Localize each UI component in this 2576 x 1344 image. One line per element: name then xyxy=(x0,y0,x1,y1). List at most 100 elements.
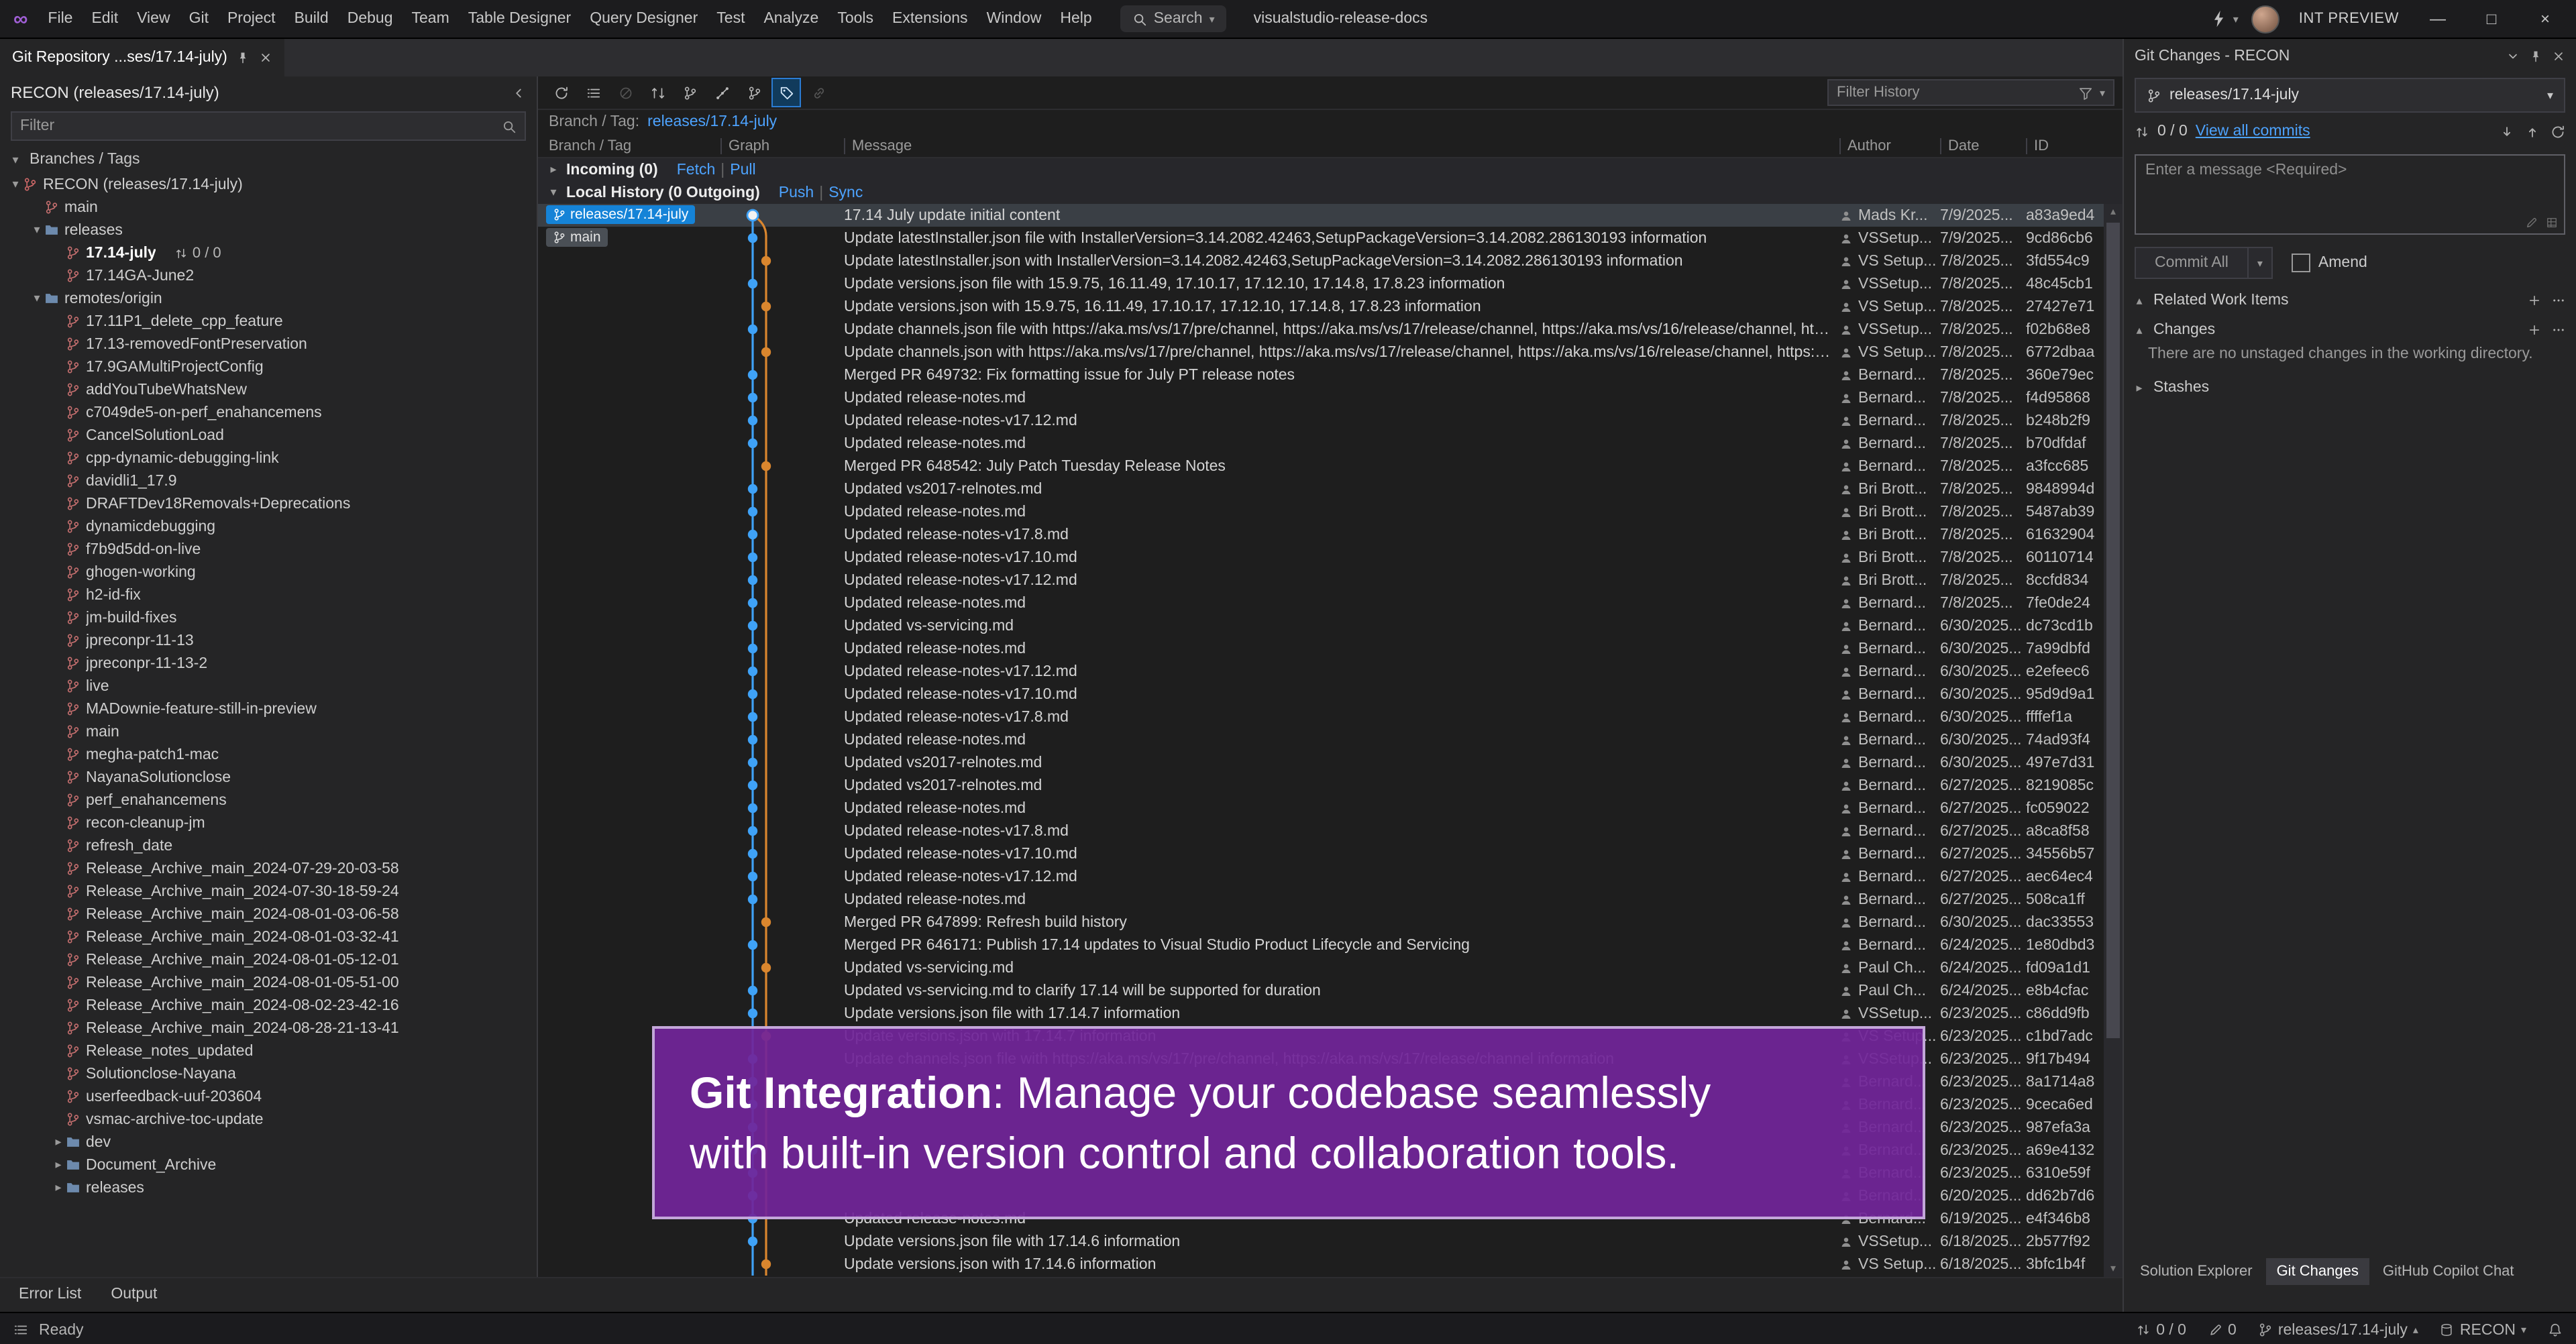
menu-test[interactable]: Test xyxy=(707,0,754,38)
minimize-button[interactable]: — xyxy=(2418,0,2458,38)
tree-item-jm-build-fixes[interactable]: jm-build-fixes xyxy=(0,606,537,629)
tree-item-draftdev18removals-deprecations[interactable]: DRAFTDev18Removals+Deprecations xyxy=(0,492,537,515)
tree-item-davidli1-17-9[interactable]: davidli1_17.9 xyxy=(0,469,537,492)
toolbar-branch-button[interactable] xyxy=(675,78,704,107)
quick-actions-button[interactable]: ▾ xyxy=(2210,9,2239,28)
commit-row[interactable]: Update channels.json file with https://a… xyxy=(538,318,2123,341)
commit-row[interactable]: Updated release-notes.mdBernard...6/30/2… xyxy=(538,728,2123,751)
menu-edit[interactable]: Edit xyxy=(82,0,127,38)
toolbar-list-button[interactable] xyxy=(578,78,608,107)
commit-row[interactable]: Updated vs-servicing.mdPaul Ch...6/24/20… xyxy=(538,956,2123,979)
menu-file[interactable]: File xyxy=(38,0,82,38)
menu-tools[interactable]: Tools xyxy=(828,0,883,38)
sync-icon[interactable] xyxy=(2551,124,2565,139)
vertical-scrollbar[interactable]: ▴ ▾ xyxy=(2104,204,2123,1277)
tab-error-list[interactable]: Error List xyxy=(5,1278,95,1312)
more-actions-icon[interactable] xyxy=(2552,323,2565,337)
commit-row[interactable]: Update latestInstaller.json with Install… xyxy=(538,249,2123,272)
tree-item-nayanasolutionclose[interactable]: NayanaSolutionclose xyxy=(0,766,537,789)
filter-history-input[interactable]: Filter History ▾ xyxy=(1827,79,2114,106)
sync-link[interactable]: Sync xyxy=(828,184,863,201)
commit-row[interactable]: Updated vs-servicing.mdBernard...6/30/20… xyxy=(538,614,2123,637)
solution-name[interactable]: visualstudio-release-docs xyxy=(1254,11,1428,27)
commit-row[interactable]: Updated release-notes.mdBernard...7/8/20… xyxy=(538,432,2123,455)
menu-analyze[interactable]: Analyze xyxy=(754,0,828,38)
outgoing-group-row[interactable]: ▾ Local History (0 Outgoing) Push|Sync xyxy=(538,181,2123,204)
menu-build[interactable]: Build xyxy=(285,0,338,38)
related-work-items-section[interactable]: ▴ Related Work Items xyxy=(2124,286,2576,315)
toolbar-graph-button[interactable] xyxy=(707,78,737,107)
commit-row[interactable]: Update versions.json with 17.14.6 inform… xyxy=(538,1253,2123,1276)
incoming-outgoing-counts[interactable]: 0 / 0 xyxy=(2136,1322,2186,1338)
menu-help[interactable]: Help xyxy=(1051,0,1101,38)
menu-view[interactable]: View xyxy=(127,0,179,38)
fetch-link[interactable]: Fetch xyxy=(677,162,716,178)
tree-item-dev[interactable]: ▸dev xyxy=(0,1131,537,1154)
add-work-item-icon[interactable] xyxy=(2528,294,2541,307)
tree-item-release-archive-main-2024-08-02-23-42-16[interactable]: Release_Archive_main_2024-08-02-23-42-16 xyxy=(0,994,537,1017)
tree-item-recon-releases-17-14-july[interactable]: ▾RECON (releases/17.14-july) xyxy=(0,173,537,196)
branch-selector-dropdown[interactable]: releases/17.14-july ▾ xyxy=(2135,78,2565,113)
tree-item-solutionclose-nayana[interactable]: Solutionclose-Nayana xyxy=(0,1062,537,1085)
task-list-icon[interactable] xyxy=(13,1323,28,1337)
tree-item-ghogen-working[interactable]: ghogen-working xyxy=(0,561,537,583)
tree-item-17-11p1-delete-cpp-feature[interactable]: 17.11P1_delete_cpp_feature xyxy=(0,310,537,333)
commit-row[interactable]: Updated vs2017-relnotes.mdBernard...6/27… xyxy=(538,774,2123,797)
commit-row[interactable]: Updated release-notes.mdBernard...6/27/2… xyxy=(538,797,2123,820)
stashes-section[interactable]: ▸ Stashes xyxy=(2124,373,2576,402)
user-avatar[interactable] xyxy=(2252,5,2280,33)
tree-item-17-9gamultiprojectconfig[interactable]: 17.9GAMultiProjectConfig xyxy=(0,355,537,378)
tree-item-17-13-removedfontpreservation[interactable]: 17.13-removedFontPreservation xyxy=(0,333,537,355)
column-header-graph[interactable]: Graph xyxy=(720,137,844,154)
chevron-down-icon[interactable] xyxy=(2506,50,2520,63)
commit-row[interactable]: Updated release-notes.mdBernard...6/30/2… xyxy=(538,637,2123,660)
tree-item-release-archive-main-2024-07-29-20-03-58[interactable]: Release_Archive_main_2024-07-29-20-03-58 xyxy=(0,857,537,880)
commit-row[interactable]: Updated release-notes-v17.12.mdBri Brott… xyxy=(538,569,2123,592)
pin-icon[interactable] xyxy=(2529,50,2542,63)
tree-item-dynamicdebugging[interactable]: dynamicdebugging xyxy=(0,515,537,538)
stage-all-icon[interactable] xyxy=(2528,323,2541,337)
tree-item-addyoutubewhatsnew[interactable]: addYouTubeWhatsNew xyxy=(0,378,537,401)
commit-row[interactable]: Updated release-notes-v17.10.mdBernard..… xyxy=(538,683,2123,706)
tree-item-release-archive-main-2024-08-01-03-32-41[interactable]: Release_Archive_main_2024-08-01-03-32-41 xyxy=(0,926,537,948)
commit-row[interactable]: Updated release-notes-v17.8.mdBri Brott.… xyxy=(538,523,2123,546)
menu-project[interactable]: Project xyxy=(218,0,285,38)
tree-item-release-notes-updated[interactable]: Release_notes_updated xyxy=(0,1040,537,1062)
scrollbar-thumb[interactable] xyxy=(2106,223,2120,1038)
column-header-id[interactable]: ID xyxy=(2026,137,2104,154)
grid-icon[interactable] xyxy=(2545,216,2559,229)
commit-row[interactable]: Updated release-notes-v17.12.mdBernard..… xyxy=(538,409,2123,432)
tree-item-release-archive-main-2024-08-01-03-06-58[interactable]: Release_Archive_main_2024-08-01-03-06-58 xyxy=(0,903,537,926)
search-box[interactable]: Search ▾ xyxy=(1120,5,1227,32)
tree-item-c7049de5-on-perf-enahancemens[interactable]: c7049de5-on-perf_enahancemens xyxy=(0,401,537,424)
tree-item-live[interactable]: live xyxy=(0,675,537,697)
pending-edits[interactable]: 0 xyxy=(2208,1322,2237,1338)
branch-filter-input[interactable]: Filter xyxy=(11,111,526,141)
branch-tag-pill[interactable]: releases/17.14-july xyxy=(546,205,695,224)
commit-row[interactable]: Updated release-notes.mdBri Brott...7/8/… xyxy=(538,500,2123,523)
tab-github-copilot-chat[interactable]: GitHub Copilot Chat xyxy=(2372,1258,2525,1285)
tree-item-release-archive-main-2024-08-01-05-12-01[interactable]: Release_Archive_main_2024-08-01-05-12-01 xyxy=(0,948,537,971)
tree-item-vsmac-archive-toc-update[interactable]: vsmac-archive-toc-update xyxy=(0,1108,537,1131)
toolbar-refresh-button[interactable] xyxy=(546,78,576,107)
chevron-left-icon[interactable] xyxy=(511,85,526,100)
pin-icon[interactable] xyxy=(237,51,250,64)
commit-row[interactable]: Updated release-notes-v17.12.mdBernard..… xyxy=(538,865,2123,888)
push-arrow-icon[interactable] xyxy=(2525,124,2540,139)
commit-row[interactable]: releases/17.14-july17.14 July update ini… xyxy=(538,204,2123,227)
branch-tag-pill[interactable]: main xyxy=(546,228,608,247)
commit-row[interactable]: Updated release-notes-v17.10.mdBernard..… xyxy=(538,842,2123,865)
toolbar-compare-button[interactable] xyxy=(643,78,672,107)
pencil-icon[interactable] xyxy=(2525,216,2538,229)
commit-options-caret[interactable]: ▾ xyxy=(2249,247,2273,279)
commit-row[interactable]: Update channels.json with https://aka.ms… xyxy=(538,341,2123,363)
tab-git-repository[interactable]: Git Repository ...ses/17.14-july) xyxy=(0,39,285,76)
tree-item-release-archive-main-2024-08-28-21-13-41[interactable]: Release_Archive_main_2024-08-28-21-13-41 xyxy=(0,1017,537,1040)
pull-link[interactable]: Pull xyxy=(730,162,755,178)
push-link[interactable]: Push xyxy=(779,184,814,201)
toolbar-tag-button[interactable] xyxy=(771,78,801,107)
toolbar-slash-button[interactable] xyxy=(610,78,640,107)
scroll-up-icon[interactable]: ▴ xyxy=(2104,204,2123,220)
commit-row[interactable]: mainUpdate latestInstaller.json file wit… xyxy=(538,227,2123,249)
commit-row[interactable]: Update versions.json file with 15.9.75, … xyxy=(538,272,2123,295)
